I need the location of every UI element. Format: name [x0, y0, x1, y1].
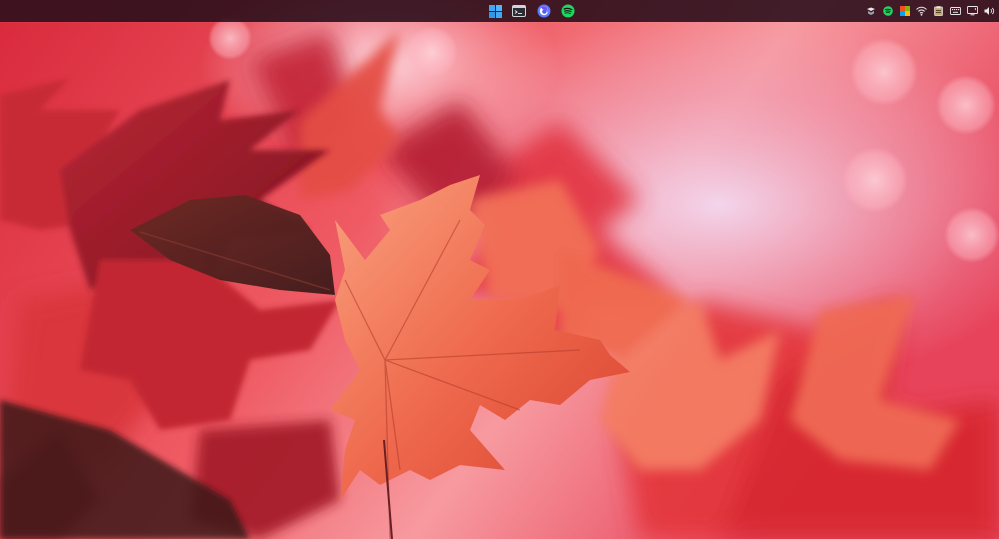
volume-icon[interactable] — [984, 6, 995, 17]
clipboard-icon[interactable] — [933, 6, 944, 17]
spotify-icon — [561, 4, 575, 18]
display-icon[interactable] — [967, 6, 978, 17]
network-app-icon[interactable] — [865, 6, 876, 17]
taskbar — [0, 0, 999, 22]
terminal-app-button[interactable] — [508, 0, 530, 22]
wallpaper-image — [0, 0, 999, 539]
color-picker-icon[interactable] — [899, 6, 910, 17]
firefox-icon — [537, 4, 551, 18]
windows-logo-icon — [488, 4, 502, 18]
start-button[interactable] — [484, 0, 506, 22]
system-tray — [865, 0, 995, 22]
wifi-icon[interactable] — [916, 6, 927, 17]
firefox-app-button[interactable] — [533, 0, 555, 22]
keyboard-icon[interactable] — [950, 6, 961, 17]
spotify-tray-icon[interactable] — [882, 6, 893, 17]
spotify-app-button[interactable] — [557, 0, 579, 22]
desktop[interactable] — [0, 0, 999, 539]
terminal-icon — [512, 5, 526, 17]
